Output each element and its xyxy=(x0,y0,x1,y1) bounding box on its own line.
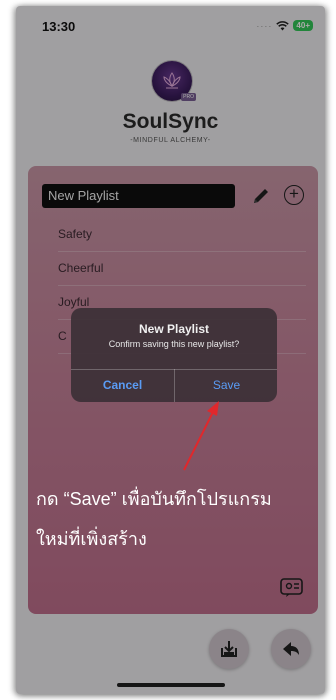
phone-screen: 13:30 ···· 40+ PRO SoulSync -MINDFUL ALC… xyxy=(16,6,325,694)
dialog-title: New Playlist xyxy=(138,322,210,336)
annotation-arrow xyxy=(183,401,219,471)
screenshot-frame: 13:30 ···· 40+ PRO SoulSync -MINDFUL ALC… xyxy=(0,0,336,700)
dialog-message: Confirm saving this new playlist? xyxy=(108,339,240,349)
annotation-text: กด “Save” เพื่อบันทึกโปรแกรม xyxy=(36,489,272,509)
confirm-save-dialog: New Playlist Confirm saving this new pla… xyxy=(71,308,277,402)
cancel-button[interactable]: Cancel xyxy=(71,369,174,402)
annotation-text: ใหม่ที่เพิ่งสร้าง xyxy=(36,529,147,549)
